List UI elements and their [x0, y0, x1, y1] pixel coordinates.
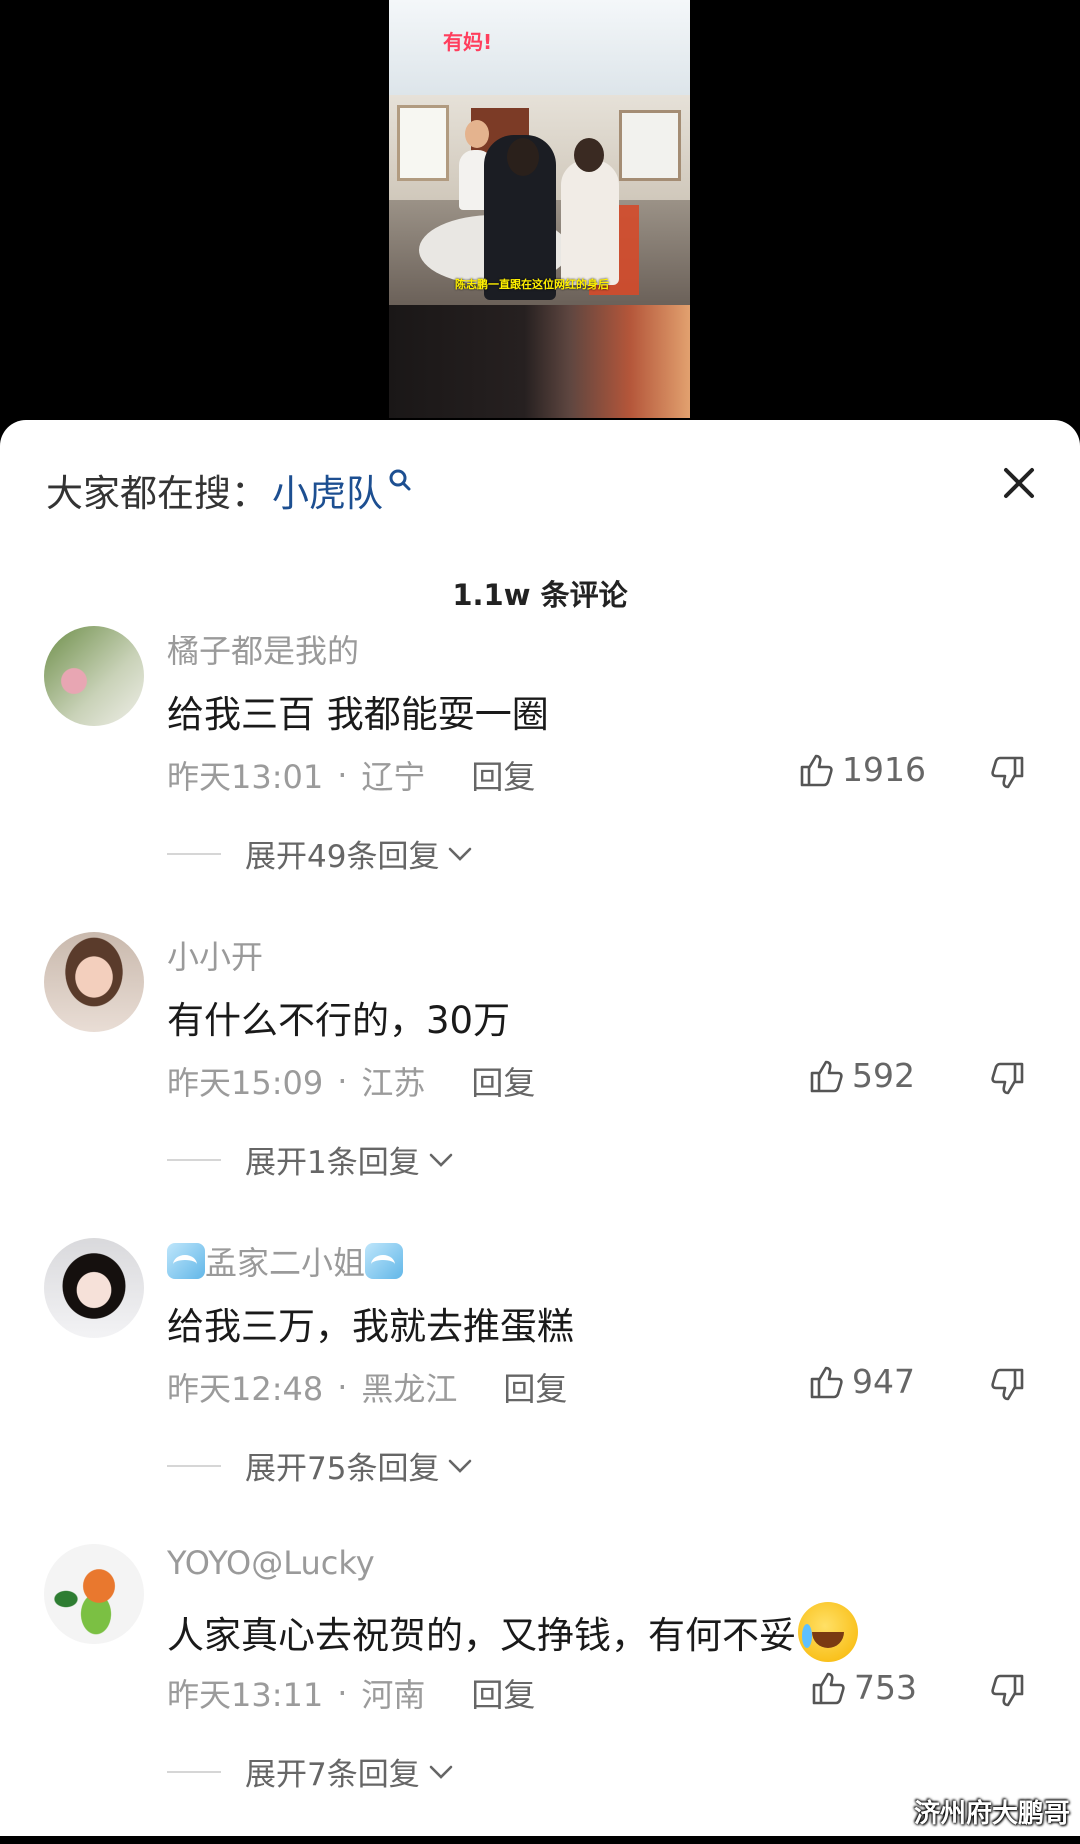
search-icon[interactable] [387, 467, 413, 497]
comment-username-text: 孟家二小姐 [205, 1244, 366, 1282]
expand-replies-button[interactable]: 展开7条回复 [167, 1749, 456, 1794]
comment-location: 辽宁 [361, 758, 426, 796]
avatar[interactable] [44, 626, 144, 726]
video-person [561, 160, 619, 285]
chevron-down-icon [429, 1765, 453, 1779]
expand-replies-label: 展开75条回复 [245, 1451, 440, 1487]
comment-meta: 昨天15:09 · 江苏 回复 [167, 1058, 535, 1104]
video-person [465, 120, 489, 148]
like-button[interactable]: 1916 [798, 750, 926, 789]
like-count: 592 [852, 1056, 915, 1095]
comment-text: 人家真心去祝贺的，又挣钱，有何不妥 [167, 1602, 858, 1662]
video-window [397, 105, 449, 181]
comment-panel: 大家都在搜： 小虎队 1.1w 条评论 橘子都是我的 给我三百 我都能耍一圈 昨… [0, 420, 1080, 1836]
reply-button[interactable]: 回复 [471, 752, 535, 798]
thumbs-down-icon[interactable] [988, 754, 1026, 792]
comment-text-content: 人家真心去祝贺的，又挣钱，有何不妥 [167, 1614, 796, 1657]
comment-location: 黑龙江 [361, 1370, 458, 1408]
video-player[interactable]: 有妈! 陈志鹏一直跟在这位网红的身后 [389, 0, 690, 418]
separator-dot: · [337, 756, 348, 794]
reply-button[interactable]: 回复 [471, 1670, 535, 1716]
dislike-button[interactable] [988, 1060, 1026, 1102]
comment-time: 昨天13:01 [167, 758, 324, 796]
comment-meta: 昨天13:11 · 河南 回复 [167, 1670, 535, 1716]
thumbs-down-icon[interactable] [988, 1060, 1026, 1098]
like-button[interactable]: 592 [808, 1056, 915, 1095]
search-suggestion[interactable]: 大家都在搜： 小虎队 [46, 460, 413, 520]
close-button[interactable] [996, 460, 1042, 506]
chevron-down-icon [449, 1459, 472, 1473]
comment-count-title: 1.1w 条评论 [452, 578, 628, 612]
expand-replies-button[interactable]: 展开75条回复 [167, 1443, 475, 1488]
expand-divider [167, 1770, 221, 1773]
comment-text: 给我三万，我就去推蛋糕 [167, 1305, 574, 1348]
expand-divider [167, 1464, 221, 1467]
laughing-crying-emoji-icon [798, 1602, 858, 1662]
thumbs-down-icon[interactable] [988, 1366, 1026, 1404]
search-prefix: 大家都在搜： [46, 472, 268, 515]
wave-emoji-icon [365, 1243, 404, 1279]
video-tag: 有妈! [443, 30, 493, 54]
close-icon[interactable] [996, 460, 1042, 506]
watermark: 济州府大鹏哥 [913, 1799, 1070, 1829]
separator-dot: · [337, 1368, 348, 1406]
video-window [619, 110, 681, 181]
comment-time: 昨天15:09 [167, 1064, 324, 1102]
wave-emoji-icon [167, 1243, 205, 1279]
separator-dot: · [337, 1674, 348, 1712]
separator-dot: · [337, 1062, 348, 1100]
dislike-button[interactable] [988, 754, 1026, 796]
thumbs-up-icon[interactable] [798, 751, 836, 789]
expand-replies-label: 展开1条回复 [245, 1145, 420, 1181]
comment-username[interactable]: 橘子都是我的 [167, 626, 359, 672]
comment-text: 给我三百 我都能耍一圈 [167, 693, 549, 736]
comment-meta: 昨天12:48 · 黑龙江 回复 [167, 1364, 567, 1410]
video-person [574, 138, 604, 172]
thumbs-up-icon[interactable] [808, 1057, 846, 1095]
like-count: 753 [854, 1668, 917, 1707]
comment-item: 小小开 有什么不行的，30万 昨天15:09 · 江苏 回复 592 展开1条回… [0, 932, 1080, 1232]
expand-replies-button[interactable]: 展开49条回复 [167, 831, 475, 876]
chevron-down-icon [429, 1153, 453, 1167]
dislike-button[interactable] [988, 1366, 1026, 1408]
video-caption: 陈志鹏一直跟在这位网红的身后 [455, 278, 609, 291]
chevron-down-icon [449, 847, 472, 861]
expand-divider [167, 852, 221, 855]
comment-username[interactable]: 孟家二小姐 [167, 1238, 404, 1284]
comment-location: 江苏 [361, 1064, 426, 1102]
comment-item: 孟家二小姐 给我三万，我就去推蛋糕 昨天12:48 · 黑龙江 回复 947 展… [0, 1238, 1080, 1538]
thumbs-up-icon[interactable] [808, 1363, 846, 1401]
video-ceiling [389, 0, 690, 95]
avatar[interactable] [44, 1544, 144, 1644]
search-term-link[interactable]: 小虎队 [272, 463, 383, 517]
comment-text: 有什么不行的，30万 [167, 999, 511, 1042]
avatar[interactable] [44, 932, 144, 1032]
reply-button[interactable]: 回复 [471, 1058, 535, 1104]
comment-location: 河南 [361, 1676, 426, 1714]
comment-meta: 昨天13:01 · 辽宁 回复 [167, 752, 535, 798]
expand-replies-button[interactable]: 展开1条回复 [167, 1137, 456, 1182]
expand-divider [167, 1158, 221, 1161]
comment-item: 橘子都是我的 给我三百 我都能耍一圈 昨天13:01 · 辽宁 回复 1916 … [0, 626, 1080, 926]
expand-replies-label: 展开7条回复 [245, 1757, 420, 1793]
like-count: 1916 [842, 750, 926, 789]
video-person [507, 138, 539, 176]
like-count: 947 [852, 1362, 915, 1401]
comment-username[interactable]: 小小开 [167, 932, 263, 978]
dislike-button[interactable] [988, 1672, 1026, 1714]
thumbs-up-icon[interactable] [810, 1669, 848, 1707]
comment-time: 昨天13:11 [167, 1676, 324, 1714]
like-button[interactable]: 753 [810, 1668, 917, 1707]
thumbs-down-icon[interactable] [988, 1672, 1026, 1710]
video-lower-frame [389, 305, 690, 418]
comment-time: 昨天12:48 [167, 1370, 324, 1408]
avatar[interactable] [44, 1238, 144, 1338]
comment-username[interactable]: YOYO@Lucky [167, 1544, 375, 1582]
like-button[interactable]: 947 [808, 1362, 915, 1401]
expand-replies-label: 展开49条回复 [245, 839, 440, 875]
reply-button[interactable]: 回复 [503, 1364, 567, 1410]
